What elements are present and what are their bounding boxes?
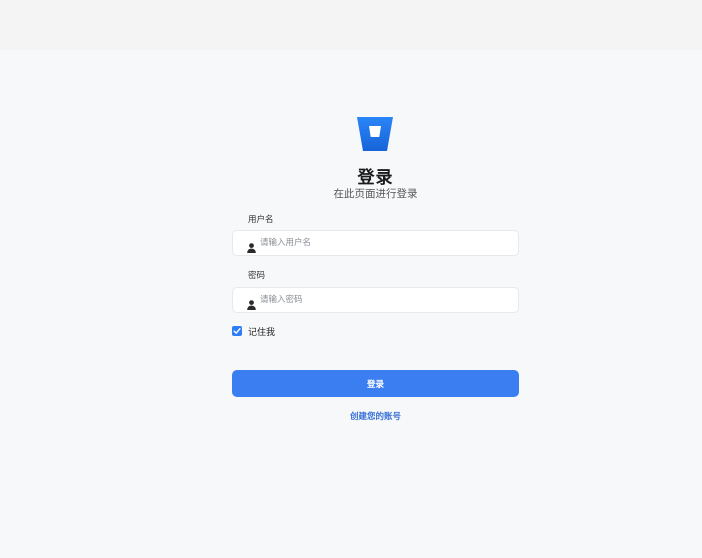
create-account-link[interactable]: 创建您的账号 [232,410,519,422]
remember-me-checkbox[interactable] [232,326,242,336]
checkmark-icon [233,328,241,334]
user-icon [247,295,256,310]
password-input[interactable] [260,292,510,308]
username-label: 用户名 [248,215,274,225]
page-title: 登录 [357,168,394,188]
login-button[interactable]: 登录 [232,370,519,397]
password-field-wrapper [232,287,519,313]
user-icon [247,238,256,253]
remember-me-label: 记住我 [248,328,276,338]
password-label: 密码 [248,271,266,281]
bucket-logo-icon [356,116,394,152]
top-band [0,0,702,50]
username-field-wrapper [232,230,519,256]
page-subtitle: 在此页面进行登录 [333,188,418,200]
username-input[interactable] [260,235,510,251]
